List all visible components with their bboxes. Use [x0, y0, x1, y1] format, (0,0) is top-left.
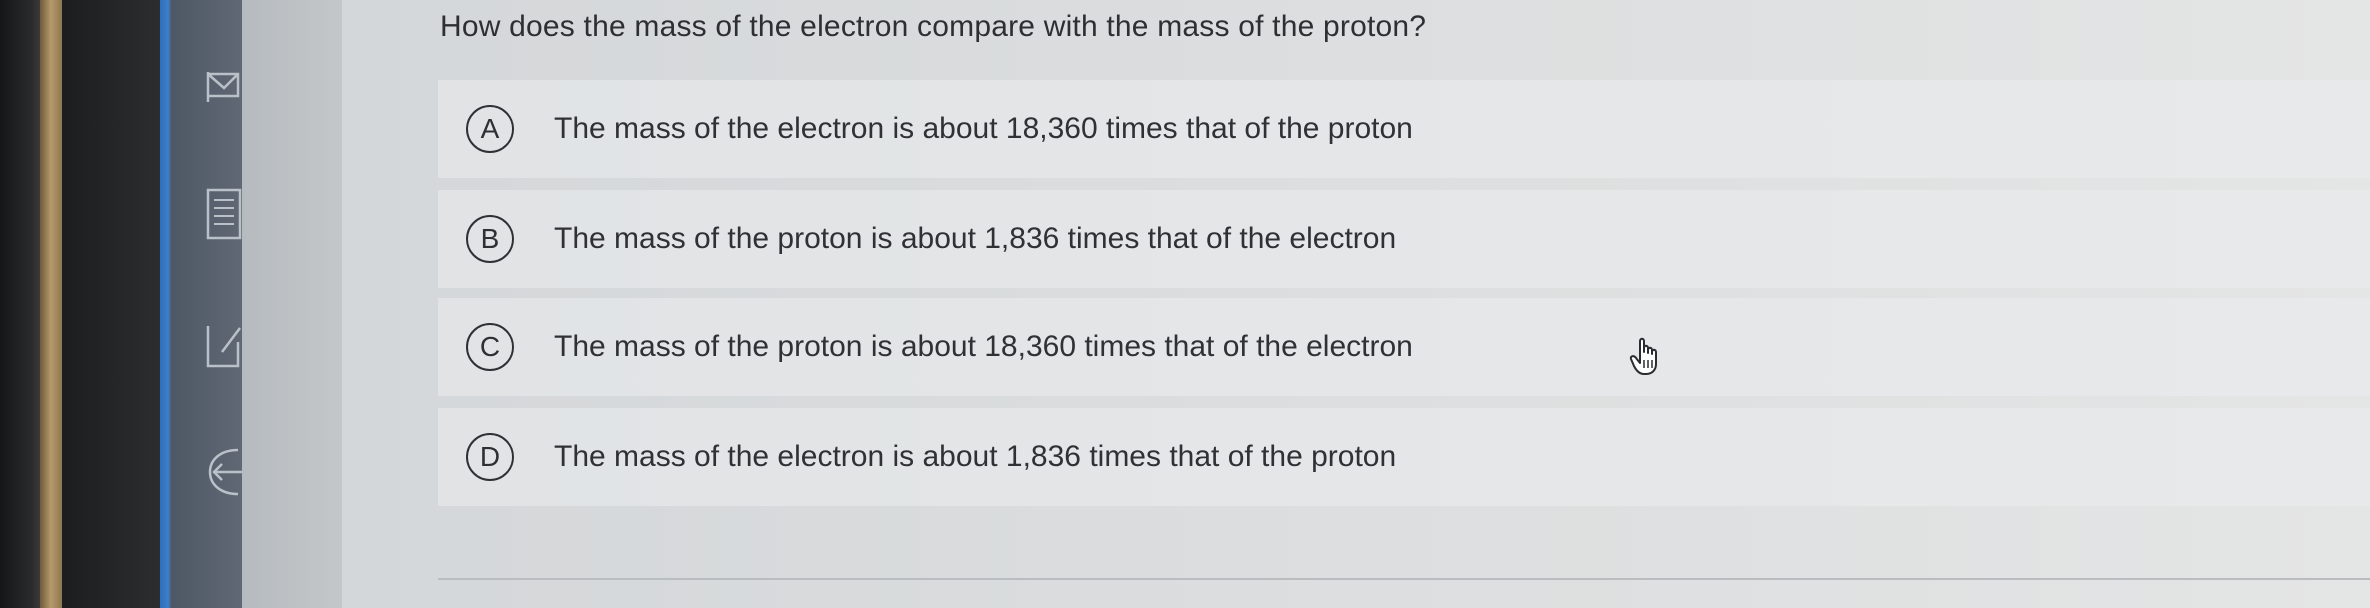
- monitor-bezel: [0, 0, 40, 608]
- option-text-a: The mass of the electron is about 18,360…: [554, 112, 1413, 145]
- option-letter-a: A: [466, 105, 514, 153]
- option-letter-c: C: [466, 323, 514, 371]
- question-text: How does the mass of the electron compar…: [440, 10, 1427, 43]
- answer-option-d[interactable]: D The mass of the electron is about 1,83…: [438, 408, 2370, 506]
- option-letter-d: D: [466, 433, 514, 481]
- flag-icon[interactable]: [204, 66, 244, 106]
- monitor-edge: [40, 0, 62, 608]
- hand-cursor-icon: [1628, 336, 1664, 378]
- edit-icon[interactable]: [204, 322, 244, 368]
- option-text-c: The mass of the proton is about 18,360 t…: [554, 330, 1413, 363]
- answer-option-b[interactable]: B The mass of the proton is about 1,836 …: [438, 190, 2370, 288]
- notes-icon[interactable]: [206, 188, 246, 240]
- option-text-b: The mass of the proton is about 1,836 ti…: [554, 222, 1397, 255]
- side-toolbar: [160, 0, 242, 608]
- answer-option-c[interactable]: C The mass of the proton is about 18,360…: [438, 298, 2370, 396]
- option-text-d: The mass of the electron is about 1,836 …: [554, 440, 1397, 473]
- option-letter-b: B: [466, 215, 514, 263]
- monitor-frame: [62, 0, 160, 608]
- toolbar-divider: [242, 0, 342, 608]
- answer-option-a[interactable]: A The mass of the electron is about 18,3…: [438, 80, 2370, 178]
- exit-icon[interactable]: [204, 444, 244, 496]
- panel-divider: [438, 578, 2370, 580]
